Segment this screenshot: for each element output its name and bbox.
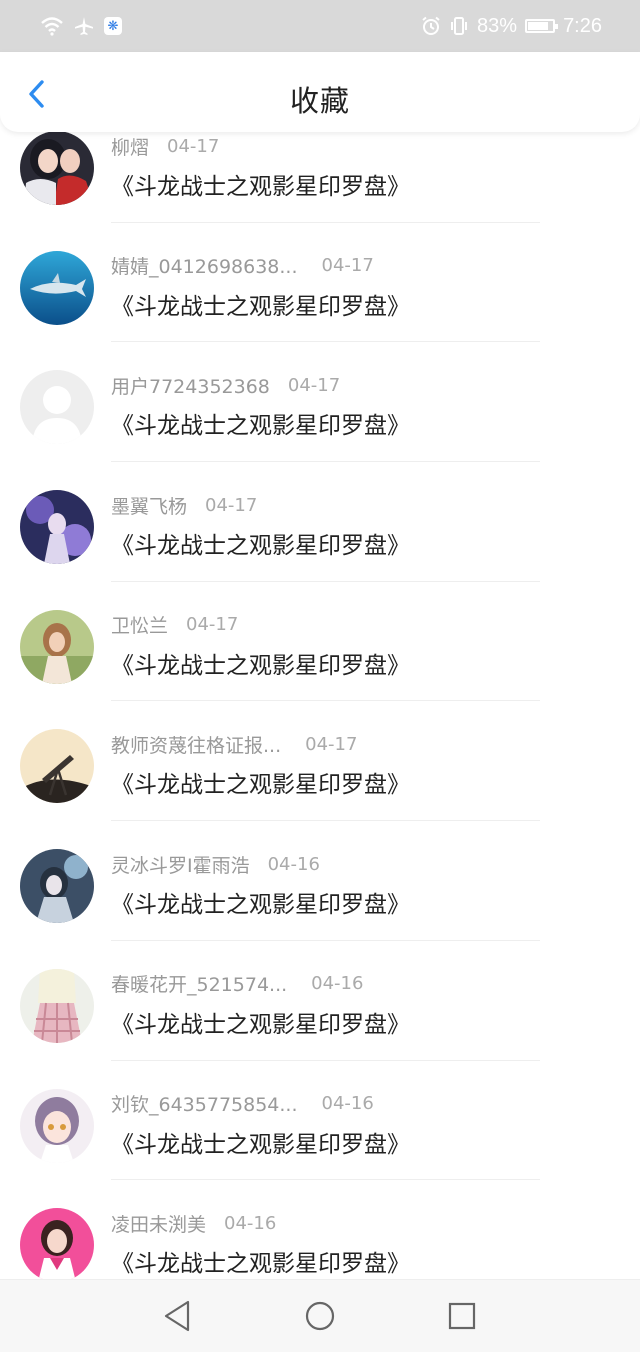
- favorite-title[interactable]: 《斗龙战士之观影星印罗盘》: [111, 526, 410, 560]
- system-nav-bar: [0, 1279, 640, 1352]
- author-name[interactable]: 教师资蔑往格证报...: [111, 731, 281, 758]
- battery-icon: [525, 19, 559, 33]
- author-name[interactable]: 婧婧_0412698638...: [111, 252, 298, 279]
- favorite-date: 04-17: [205, 494, 258, 516]
- author-name[interactable]: 凌田未渕美: [111, 1210, 206, 1237]
- airplane-icon: [75, 17, 93, 35]
- avatar-girl-field[interactable]: [20, 609, 94, 684]
- avatar-dark-anime[interactable]: [20, 131, 94, 205]
- avatar-plaid-skirt[interactable]: [20, 968, 94, 1043]
- author-name[interactable]: 卫忪兰: [111, 611, 168, 638]
- favorite-title[interactable]: 《斗龙战士之观影星印罗盘》: [111, 167, 410, 201]
- avatar-telescope[interactable]: [20, 729, 94, 804]
- favorite-title[interactable]: 《斗龙战士之观影星印罗盘》: [111, 406, 410, 440]
- favorite-date: 04-16: [224, 1212, 277, 1234]
- list-item[interactable]: 灵冰斗罗I霍雨浩 04-16 《斗龙战士之观影星印罗盘》: [0, 821, 640, 941]
- status-bar: ❋ 83% 7:26: [0, 0, 640, 52]
- list-item[interactable]: 刘钦_6435775854... 04-16 《斗龙战士之观影星印罗盘》: [0, 1061, 640, 1181]
- list-item[interactable]: 教师资蔑往格证报... 04-17 《斗龙战士之观影星印罗盘》: [0, 701, 640, 822]
- page-title: 收藏: [289, 84, 350, 118]
- favorite-title[interactable]: 《斗龙战士之观影星印罗盘》: [111, 885, 410, 919]
- favorite-title[interactable]: 《斗龙战士之观影星印罗盘》: [111, 1244, 410, 1278]
- favorites-list: 柳熠 04-17 《斗龙战士之观影星印罗盘》 婧婧_0412698638... 04…: [0, 103, 640, 1300]
- app-header: 收藏: [0, 52, 640, 132]
- list-item[interactable]: 婧婧_0412698638... 04-17 《斗龙战士之观影星印罗盘》: [0, 223, 640, 343]
- vibrate-icon: [451, 17, 468, 35]
- author-name[interactable]: 刘钦_6435775854...: [111, 1090, 298, 1117]
- favorite-title[interactable]: 《斗龙战士之观影星印罗盘》: [111, 1125, 410, 1159]
- avatar-shark-ocean[interactable]: [20, 250, 94, 325]
- baidu-paw-icon: ❋: [104, 17, 122, 35]
- avatar-anime-girl[interactable]: [20, 1088, 94, 1163]
- author-name[interactable]: 春暖花开_521574...: [111, 970, 287, 997]
- circle-home-icon[interactable]: [300, 1296, 340, 1336]
- list-item[interactable]: 用户7724352368 04-17 《斗龙战士之观影星印罗盘》: [0, 342, 640, 463]
- avatar-default-person[interactable]: [20, 370, 94, 445]
- favorite-title[interactable]: 《斗龙战士之观影星印罗盘》: [111, 646, 410, 680]
- favorite-date: 04-16: [311, 973, 364, 995]
- author-name[interactable]: 用户7724352368: [111, 372, 270, 399]
- avatar-purple-anime[interactable]: [20, 490, 94, 565]
- wifi-icon: [41, 17, 63, 36]
- author-name[interactable]: 灵冰斗罗I霍雨浩: [111, 851, 250, 878]
- triangle-back-icon[interactable]: [158, 1296, 198, 1336]
- avatar-blue-anime[interactable]: [20, 849, 94, 924]
- favorite-date: 04-17: [305, 733, 358, 755]
- list-item[interactable]: 春暖花开_521574... 04-16 《斗龙战士之观影星印罗盘》: [0, 941, 640, 1061]
- alarm-icon: [422, 16, 440, 35]
- clock-time: 7:26: [563, 14, 602, 37]
- favorite-date: 04-17: [167, 135, 220, 157]
- favorite-title[interactable]: 《斗龙战士之观影星印罗盘》: [111, 287, 410, 321]
- list-item[interactable]: 墨翼飞杨 04-17 《斗龙战士之观影星印罗盘》: [0, 462, 640, 582]
- avatar-pink-girl[interactable]: [20, 1208, 94, 1283]
- favorite-title[interactable]: 《斗龙战士之观影星印罗盘》: [111, 765, 410, 799]
- list-item[interactable]: 卫忪兰 04-17 《斗龙战士之观影星印罗盘》: [0, 582, 640, 702]
- battery-percent: 83%: [477, 14, 518, 37]
- favorite-date: 04-17: [186, 614, 239, 636]
- favorite-date: 04-16: [321, 1093, 374, 1114]
- favorite-date: 04-17: [321, 255, 374, 277]
- author-name[interactable]: 墨翼飞杨: [111, 492, 187, 519]
- square-recent-icon[interactable]: [442, 1296, 482, 1336]
- author-name[interactable]: 柳熠: [111, 133, 149, 160]
- favorite-date: 04-16: [267, 853, 320, 875]
- favorite-date: 04-17: [287, 374, 341, 396]
- favorite-title[interactable]: 《斗龙战士之观影星印罗盘》: [111, 1005, 410, 1039]
